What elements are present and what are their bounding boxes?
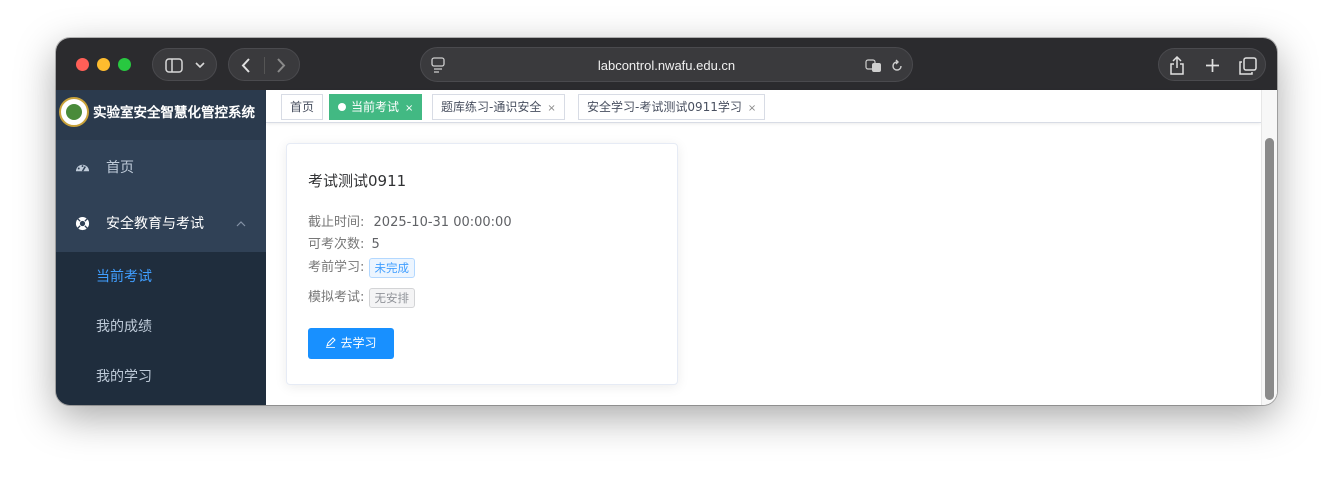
forward-icon[interactable] xyxy=(275,57,287,74)
app-title: 实验室安全智慧化管控系统 xyxy=(93,105,255,121)
submenu-item-my-study[interactable]: 我的学习 xyxy=(56,352,266,402)
address-bar[interactable]: labcontrol.nwafu.edu.cn xyxy=(420,47,913,82)
tab-label: 当前考试 xyxy=(351,100,400,114)
reload-icon[interactable] xyxy=(890,59,904,73)
logo-emblem-center xyxy=(66,104,82,120)
university-logo xyxy=(59,97,89,127)
tab-overview-icon[interactable] xyxy=(1239,57,1257,75)
close-icon[interactable]: × xyxy=(405,103,413,114)
scrollbar-thumb[interactable] xyxy=(1265,138,1274,400)
active-dot-icon xyxy=(338,103,346,111)
sidebar-item-home[interactable]: 首页 xyxy=(56,140,266,196)
edit-icon xyxy=(326,337,337,348)
deadline-value: 2025-10-31 00:00:00 xyxy=(373,215,512,230)
app-logo-row: 实验室安全智慧化管控系统 xyxy=(56,90,266,140)
tab-question-bank[interactable]: 题库练习-通识安全 × xyxy=(432,94,565,120)
tab-safety-study[interactable]: 安全学习-考试测试0911学习 × xyxy=(578,94,766,120)
pre-study-field: 考前学习: 未完成 xyxy=(308,256,416,278)
close-icon[interactable]: × xyxy=(547,103,555,114)
minimize-window-button[interactable] xyxy=(97,58,110,71)
attempts-value: 5 xyxy=(371,237,380,252)
tags-view-bar: 首页 当前考试 × 题库练习-通识安全 × 安全学习-考试测试0911学习 × xyxy=(266,90,1261,123)
chevron-up-icon xyxy=(236,196,246,252)
close-window-button[interactable] xyxy=(76,58,89,71)
deadline-label: 截止时间: xyxy=(308,215,365,230)
lifebuoy-icon xyxy=(75,216,90,231)
go-study-button-label: 去学习 xyxy=(340,336,377,350)
share-icon[interactable] xyxy=(1169,56,1185,75)
sidebar-icon xyxy=(165,58,183,73)
pre-study-label: 考前学习: xyxy=(308,260,365,275)
submenu-safety-education: 当前考试 我的成绩 我的学习 xyxy=(56,252,266,405)
close-icon[interactable]: × xyxy=(748,103,756,114)
exam-card: 考试测试0911 截止时间: 2025-10-31 00:00:00 可考次数:… xyxy=(286,143,678,385)
vertical-scrollbar[interactable] xyxy=(1261,90,1277,405)
tab-label: 安全学习-考试测试0911学习 xyxy=(587,100,742,114)
pre-study-status-badge: 未完成 xyxy=(368,257,416,278)
sidebar-item-label: 首页 xyxy=(106,160,134,176)
deadline-field: 截止时间: 2025-10-31 00:00:00 xyxy=(308,211,512,230)
nav-buttons xyxy=(228,48,300,81)
submenu-item-my-scores[interactable]: 我的成绩 xyxy=(56,302,266,352)
attempts-field: 可考次数: 5 xyxy=(308,233,380,252)
dashboard-icon xyxy=(75,164,90,172)
sidebar-toggle-button[interactable] xyxy=(152,48,217,81)
browser-window: labcontrol.nwafu.edu.cn 实验室安全智慧化管控系统 首页 … xyxy=(56,38,1277,405)
main-content: 首页 当前考试 × 题库练习-通识安全 × 安全学习-考试测试0911学习 × 考试测… xyxy=(266,90,1277,405)
sidebar: 实验室安全智慧化管控系统 首页 安全教育与考试 当前考试 我的成绩 我的学习 xyxy=(56,90,266,405)
sidebar-item-safety-education[interactable]: 安全教育与考试 xyxy=(56,196,266,252)
mock-exam-status-badge: 无安排 xyxy=(368,287,416,308)
submenu-item-current-exam[interactable]: 当前考试 xyxy=(56,252,266,302)
tab-home[interactable]: 首页 xyxy=(281,94,324,120)
tab-label: 题库练习-通识安全 xyxy=(441,100,542,114)
exam-title: 考试测试0911 xyxy=(308,172,407,190)
go-study-button[interactable]: 去学习 xyxy=(308,328,394,359)
back-icon[interactable] xyxy=(240,57,252,74)
mock-exam-field: 模拟考试: 无安排 xyxy=(308,286,416,308)
chevron-down-icon xyxy=(195,62,205,69)
sidebar-item-label: 安全教育与考试 xyxy=(106,216,204,232)
url-right-icons xyxy=(865,48,904,83)
browser-titlebar: labcontrol.nwafu.edu.cn xyxy=(56,38,1277,90)
mock-exam-label: 模拟考试: xyxy=(308,290,365,305)
attempts-label: 可考次数: xyxy=(308,237,365,252)
tab-label: 首页 xyxy=(290,100,315,114)
tab-current-exam[interactable]: 当前考试 × xyxy=(329,94,423,120)
toolbar-right-group xyxy=(1158,48,1266,81)
translate-icon[interactable] xyxy=(865,58,883,73)
new-tab-icon[interactable] xyxy=(1205,58,1220,73)
nav-divider xyxy=(264,57,265,74)
zoom-window-button[interactable] xyxy=(118,58,131,71)
url-text: labcontrol.nwafu.edu.cn xyxy=(597,58,736,73)
